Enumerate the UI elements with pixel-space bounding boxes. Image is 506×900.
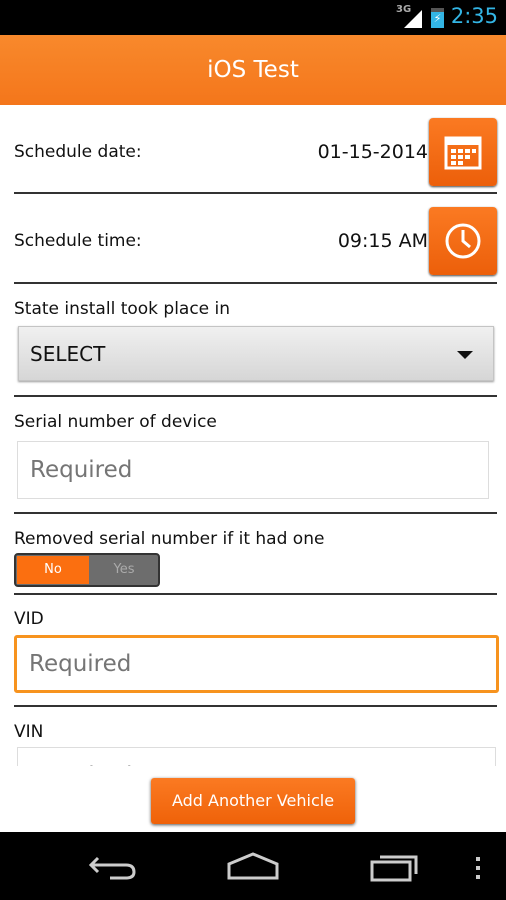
battery-charging-icon: ⚡ bbox=[431, 8, 444, 28]
state-label: State install took place in bbox=[14, 299, 231, 319]
recent-apps-icon[interactable] bbox=[370, 852, 422, 882]
signal-icon bbox=[404, 10, 422, 28]
schedule-time-label: Schedule time: bbox=[14, 231, 142, 251]
status-bar: 3G ⚡ 2:35 bbox=[0, 0, 506, 35]
clock-time: 2:35 bbox=[450, 4, 498, 28]
divider bbox=[14, 705, 497, 707]
schedule-time-value: 09:15 AM bbox=[337, 230, 428, 252]
home-icon[interactable] bbox=[226, 852, 280, 880]
serial-label: Serial number of device bbox=[14, 412, 217, 432]
divider bbox=[14, 395, 497, 397]
navigation-bar bbox=[0, 832, 506, 900]
vin-label: VIN bbox=[14, 722, 44, 742]
dropdown-arrow-icon bbox=[457, 351, 473, 359]
toggle-option-yes[interactable]: Yes bbox=[90, 556, 158, 584]
back-icon[interactable] bbox=[88, 854, 136, 880]
schedule-date-label: Schedule date: bbox=[14, 142, 142, 162]
schedule-date-value: 01-15-2014 bbox=[317, 141, 428, 163]
time-picker-button[interactable] bbox=[429, 207, 497, 275]
calendar-icon bbox=[444, 136, 482, 170]
page-title: iOS Test bbox=[0, 35, 506, 105]
serial-input[interactable] bbox=[17, 441, 489, 499]
divider bbox=[14, 593, 497, 595]
divider bbox=[14, 192, 497, 194]
removed-serial-label: Removed serial number if it had one bbox=[14, 529, 325, 549]
divider bbox=[14, 512, 497, 514]
menu-icon[interactable] bbox=[474, 856, 482, 880]
date-picker-button[interactable] bbox=[429, 118, 497, 186]
removed-serial-toggle[interactable]: No Yes bbox=[14, 553, 160, 587]
clock-icon bbox=[445, 223, 481, 259]
add-another-vehicle-button[interactable]: Add Another Vehicle bbox=[151, 778, 355, 824]
vid-input[interactable] bbox=[14, 635, 499, 693]
vin-input[interactable] bbox=[17, 747, 496, 766]
state-select[interactable]: SELECT bbox=[18, 326, 494, 381]
divider bbox=[14, 282, 497, 284]
vid-label: VID bbox=[14, 609, 44, 629]
toggle-option-no[interactable]: No bbox=[17, 556, 89, 584]
state-selected-value: SELECT bbox=[30, 342, 106, 366]
